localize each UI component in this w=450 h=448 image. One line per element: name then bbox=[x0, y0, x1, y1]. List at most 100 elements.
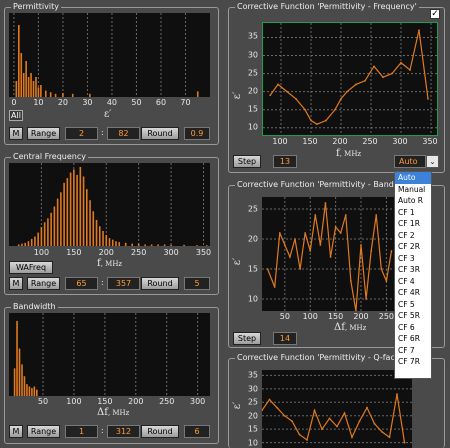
enable-checkbox[interactable]: ✓ bbox=[430, 9, 440, 19]
histogram-bar bbox=[21, 243, 23, 246]
dropdown-option[interactable]: Auto bbox=[395, 172, 431, 184]
panel-title: Corrective Function 'Permittivity - Q-fa… bbox=[235, 353, 411, 362]
dropdown-option[interactable]: CF 5 bbox=[395, 299, 431, 311]
x-axis-ticks: 100 150 200 250 300 350 bbox=[9, 248, 212, 258]
chevron-down-icon[interactable]: ⌄ bbox=[426, 155, 439, 168]
x-tick-label: 10 bbox=[33, 98, 44, 107]
round-button[interactable]: Round bbox=[141, 277, 179, 290]
histogram-bar bbox=[150, 244, 153, 246]
x-tick-label: 150 bbox=[97, 397, 113, 406]
data-point bbox=[269, 94, 272, 97]
x-tick-label: 20 bbox=[57, 98, 69, 107]
histogram-bar bbox=[44, 90, 47, 97]
range-to-input[interactable]: 82 bbox=[107, 127, 140, 140]
step-value-input[interactable]: 14 bbox=[273, 332, 297, 345]
x-tick-label: 350 bbox=[195, 248, 212, 257]
dropdown-option[interactable]: CF 1 bbox=[395, 207, 431, 219]
range-to-input[interactable]: 312 bbox=[107, 425, 140, 438]
x-tick-label: 300 bbox=[163, 248, 179, 257]
data-point bbox=[325, 119, 327, 122]
dropdown-option[interactable]: Manual bbox=[395, 184, 431, 196]
step-button[interactable]: Step bbox=[233, 155, 261, 168]
range-to-input[interactable]: 357 bbox=[107, 277, 140, 290]
step-value-input[interactable]: 13 bbox=[273, 155, 297, 168]
data-point bbox=[373, 65, 375, 68]
data-point bbox=[266, 268, 269, 270]
x-tick-label: 40 bbox=[106, 98, 118, 107]
y-tick-label: 20 bbox=[247, 86, 258, 96]
histogram-bar bbox=[79, 167, 82, 246]
m-button[interactable]: M bbox=[9, 277, 23, 290]
round-value-input[interactable]: 0.9 bbox=[184, 127, 210, 140]
data-point bbox=[286, 90, 288, 93]
histogram-bar bbox=[98, 226, 101, 246]
data-point bbox=[346, 90, 348, 93]
wafreq-button[interactable]: WAFreq bbox=[9, 261, 53, 274]
y-tick-label: 25 bbox=[247, 204, 258, 214]
range-from-input[interactable]: 1 bbox=[65, 425, 98, 438]
dropdown-option[interactable]: CF 1R bbox=[395, 218, 431, 230]
histogram-bar bbox=[30, 238, 33, 246]
x-tick-label: 100 bbox=[33, 248, 50, 257]
all-button[interactable]: All bbox=[9, 110, 23, 121]
dropdown-option[interactable]: CF 2R bbox=[395, 241, 431, 253]
histogram-bar bbox=[205, 245, 208, 246]
m-button[interactable]: M bbox=[9, 425, 23, 438]
dropdown-option[interactable]: CF 4 bbox=[395, 276, 431, 288]
histogram-bar bbox=[33, 386, 36, 396]
round-value-input[interactable]: 6 bbox=[184, 425, 210, 438]
dropdown-option[interactable]: CF 3R bbox=[395, 264, 431, 276]
x-tick-label: 100 bbox=[302, 312, 318, 321]
histogram-bar bbox=[40, 227, 43, 246]
histogram-bar bbox=[15, 81, 18, 97]
dropdown-option[interactable]: CF 6 bbox=[395, 322, 431, 334]
ylabel: ε′ bbox=[232, 91, 244, 100]
histogram-bar bbox=[18, 25, 20, 97]
data-point bbox=[344, 214, 347, 216]
data-point bbox=[309, 250, 312, 252]
x-tick-label: 150 bbox=[302, 137, 318, 146]
function-dropdown-list[interactable]: Auto Manual Auto R CF 1 CF 1R CF 2 CF 2R CF 3 CF… bbox=[394, 171, 432, 379]
m-button[interactable]: M bbox=[9, 127, 23, 140]
data-point bbox=[283, 414, 286, 417]
range-button[interactable]: Range bbox=[27, 277, 60, 290]
panel-title: Corrective Function 'Permittivity - Band… bbox=[235, 180, 421, 189]
histogram-bar bbox=[118, 242, 121, 246]
round-button[interactable]: Round bbox=[141, 127, 179, 140]
dropdown-option[interactable]: CF 3 bbox=[395, 253, 431, 265]
series-line bbox=[267, 202, 393, 311]
dropdown-option[interactable]: CF 7 bbox=[395, 345, 431, 357]
corrective-bandwidth-chart bbox=[262, 197, 394, 311]
data-point bbox=[364, 79, 366, 82]
histogram-bar bbox=[54, 93, 57, 97]
x-tick-label: 250 bbox=[378, 312, 395, 321]
data-point bbox=[343, 412, 346, 414]
dropdown-option[interactable]: CF 7R bbox=[395, 356, 431, 368]
step-button[interactable]: Step bbox=[233, 332, 261, 345]
range-from-input[interactable]: 65 bbox=[65, 277, 98, 290]
dropdown-option[interactable]: CF 5R bbox=[395, 310, 431, 322]
data-point bbox=[314, 214, 317, 216]
round-value-input[interactable]: 5 bbox=[184, 277, 210, 290]
x-tick-label: 30 bbox=[82, 98, 93, 107]
range-from-input[interactable]: 2 bbox=[65, 127, 98, 140]
histogram-bar bbox=[111, 239, 114, 246]
dropdown-option[interactable]: Auto R bbox=[395, 195, 431, 207]
x-tick-label: 150 bbox=[327, 312, 344, 321]
data-point bbox=[324, 202, 327, 204]
function-select[interactable]: Auto bbox=[394, 155, 426, 168]
dropdown-option[interactable]: CF 6R bbox=[395, 333, 431, 345]
ylabel: ε′ bbox=[232, 257, 244, 266]
range-button[interactable]: Range bbox=[27, 127, 60, 140]
x-tick-label: 200 bbox=[353, 312, 369, 321]
data-point bbox=[276, 406, 278, 409]
data-point bbox=[291, 420, 293, 423]
dropdown-option[interactable]: CF 2 bbox=[395, 230, 431, 242]
data-point bbox=[294, 238, 296, 240]
histogram-bar bbox=[25, 61, 27, 97]
data-point bbox=[427, 97, 429, 100]
range-button[interactable]: Range bbox=[27, 425, 60, 438]
dropdown-option[interactable]: CF 4R bbox=[395, 287, 431, 299]
histogram-bar bbox=[37, 232, 39, 246]
round-button[interactable]: Round bbox=[141, 425, 179, 438]
